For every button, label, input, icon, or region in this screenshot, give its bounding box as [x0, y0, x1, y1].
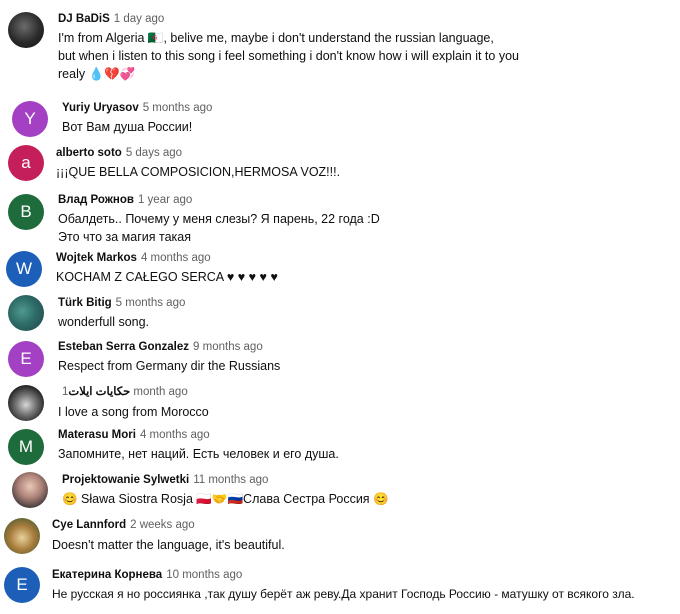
avatar[interactable]: B [8, 194, 44, 230]
comment: DJ BaDiS 1 day ago I'm from Algeria 🇩🇿, b… [0, 6, 525, 92]
avatar[interactable]: Y [12, 101, 48, 137]
comment-author[interactable]: Materasu Mori [58, 429, 136, 441]
avatar[interactable]: M [8, 429, 44, 465]
comment-text: Запомните, нет наций. Есть человек и его… [58, 447, 339, 461]
avatar[interactable] [4, 518, 40, 554]
avatar[interactable] [12, 472, 48, 508]
avatar[interactable]: E [8, 341, 44, 377]
comment-author[interactable]: Влад Рожнов [58, 194, 134, 206]
avatar[interactable]: E [4, 567, 40, 603]
comment-author[interactable]: Projektowanie Sylwetki [62, 474, 189, 486]
comment-author[interactable]: DJ BaDiS [58, 13, 110, 25]
comment: M Materasu Mori 4 months ago Запомните, н… [0, 424, 340, 470]
comment-author[interactable]: Wojtek Markos [56, 252, 137, 264]
comment: Cye Lannford 2 weeks ago Doesn't matter t… [0, 512, 290, 560]
comment-author[interactable]: Екатерина Корнева [52, 569, 162, 581]
comment-author[interactable]: حكايات ايلات [68, 386, 130, 398]
comment-timestamp[interactable]: 9 months ago [193, 341, 263, 353]
comment: حكايات ايلات1 month ago I love a song fr… [0, 380, 232, 426]
comment-timestamp[interactable]: 11 months ago [193, 474, 268, 486]
avatar-letter: E [20, 349, 32, 368]
comment-text: wonderfull song. [58, 315, 150, 329]
comment: W Wojtek Markos 4 months ago KOCHAM Z CAŁ… [0, 246, 278, 292]
avatar-letter: W [15, 259, 33, 278]
avatar-letter: a [21, 153, 31, 172]
comment-timestamp[interactable]: 1 year ago [138, 194, 192, 206]
comment-author[interactable]: Yuriy Uryasov [62, 102, 139, 114]
avatar-letter: E [16, 575, 28, 594]
avatar-letter: Y [24, 109, 36, 128]
avatar[interactable]: W [6, 251, 42, 287]
comment: Y Yuriy Uryasov 5 months ago Вот Вам душа… [0, 95, 220, 140]
comment-text: ¡¡¡QUE BELLA COMPOSICION,HERMOSA VOZ!!!. [56, 165, 341, 179]
comment-timestamp[interactable]: 4 months ago [141, 252, 211, 264]
comment-text: 😊 Sława Siostra Rosja 🇵🇱🤝🇷🇺Слава Сестра … [62, 492, 389, 506]
avatar[interactable] [8, 295, 44, 331]
comment-text: Respect from Germany dir the Russians [58, 359, 281, 373]
comment: E Esteban Serra Gonzalez 9 months ago Res… [0, 335, 290, 381]
comment-author[interactable]: Esteban Serra Gonzalez [58, 341, 189, 353]
comment: a alberto soto 5 days ago ¡¡¡QUE BELLA CO… [0, 140, 340, 186]
comment-author[interactable]: Türk Bitig [58, 297, 112, 309]
comment: B Влад Рожнов 1 year ago Обалдеть.. Почем… [0, 186, 380, 248]
comment: Türk Bitig 5 months ago wonderfull song. [0, 290, 200, 334]
comment-text: I'm from Algeria 🇩🇿, belive me, maybe i … [58, 31, 519, 81]
comment-timestamp[interactable]: 5 months ago [143, 102, 213, 114]
avatar[interactable] [8, 385, 44, 421]
comment-text: Обалдеть.. Почему у меня слезы? Я парень… [58, 212, 380, 244]
comment-text: Вот Вам душа России! [62, 120, 193, 134]
comment-text: KOCHAM Z CAŁEGO SERCA ♥ ♥ ♥ ♥ ♥ [56, 270, 278, 284]
avatar-letter: M [18, 437, 34, 456]
comment-timestamp[interactable]: 1 day ago [114, 13, 165, 25]
comment-timestamp[interactable]: 2 weeks ago [130, 519, 195, 531]
comment-author[interactable]: alberto soto [56, 147, 122, 159]
comment-timestamp[interactable]: 5 months ago [116, 297, 186, 309]
comment-author[interactable]: Cye Lannford [52, 519, 126, 531]
comment-timestamp[interactable]: 10 months ago [166, 569, 242, 581]
comment-timestamp[interactable]: 5 days ago [126, 147, 182, 159]
comment-text: Doesn't matter the language, it's beauti… [52, 538, 285, 552]
comment-text: Не русская я но россиянка ,так душу берё… [52, 587, 635, 601]
comment: Projektowanie Sylwetki 11 months ago 😊 Sł… [0, 468, 389, 512]
comment-timestamp[interactable]: 4 months ago [140, 429, 210, 441]
comment-text: I love a song from Morocco [58, 405, 209, 419]
comment: E Екатерина Корнева 10 months ago Не русс… [0, 562, 680, 612]
avatar[interactable] [8, 12, 44, 48]
avatar-letter: B [20, 202, 32, 221]
avatar[interactable]: a [8, 145, 44, 181]
